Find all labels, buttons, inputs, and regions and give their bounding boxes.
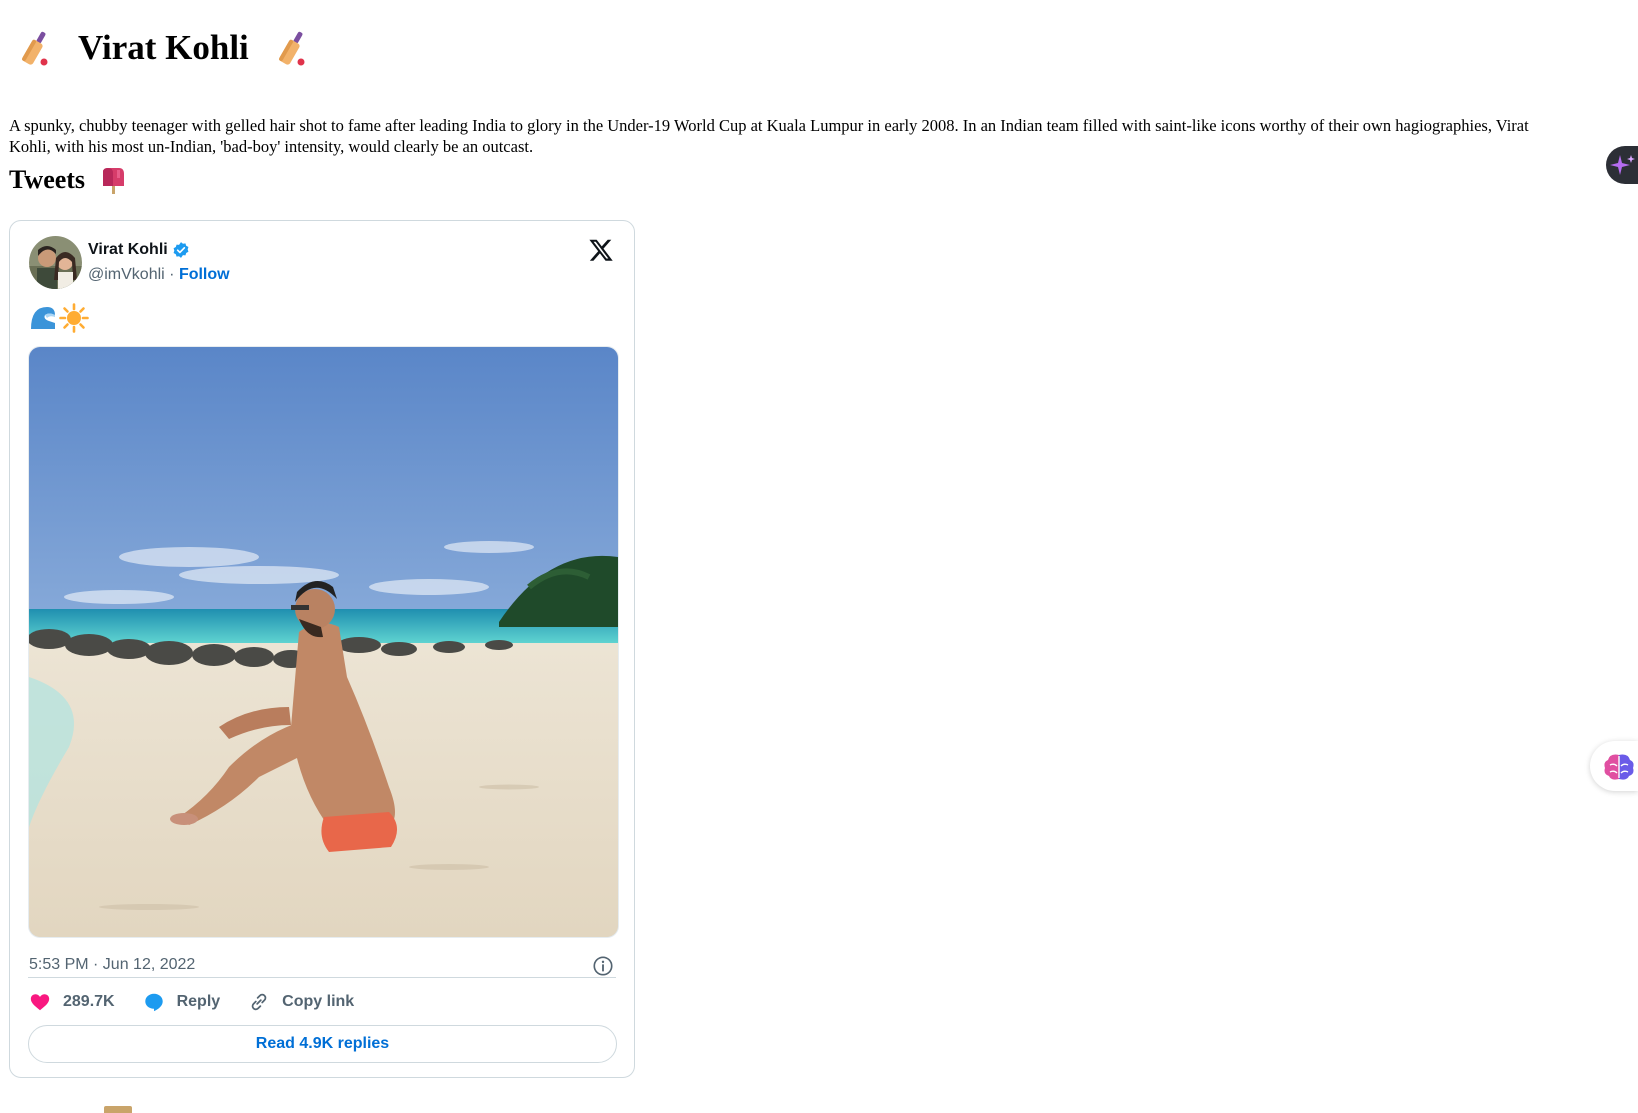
sparkle-icon — [1610, 155, 1635, 175]
cricket-bat-icon — [278, 31, 305, 66]
sun-icon — [59, 303, 89, 333]
like-button[interactable]: 289.7K — [29, 991, 115, 1013]
tweets-heading: Tweets — [9, 165, 127, 195]
heart-icon — [30, 994, 50, 1011]
link-icon — [251, 993, 267, 1011]
brain-extension-tab[interactable] — [1590, 741, 1638, 791]
wave-icon — [31, 307, 55, 329]
ai-assistant-tab[interactable] — [1606, 146, 1638, 184]
intro-paragraph: A spunky, chubby teenager with gelled ha… — [9, 115, 1529, 156]
tweets-heading-text: Tweets — [9, 165, 86, 194]
tweet-card: Virat Kohli @imVkohli · Follow 5:53 PM ·… — [9, 220, 635, 1078]
read-replies-button[interactable]: Read 4.9K replies — [28, 1025, 617, 1063]
beach-photo — [29, 347, 618, 937]
verified-badge-icon — [173, 242, 189, 258]
reply-bubble-icon — [144, 993, 163, 1012]
divider — [28, 977, 616, 978]
tweet-photo[interactable] — [28, 346, 619, 938]
tweet-text — [29, 303, 89, 333]
cricket-bat-icon — [22, 31, 48, 66]
reply-label: Reply — [176, 993, 221, 1010]
page-title-text: Virat Kohli — [78, 28, 249, 67]
x-logo-icon[interactable] — [588, 237, 614, 263]
next-section-icon — [104, 1106, 132, 1113]
info-icon[interactable] — [592, 955, 614, 977]
copy-link-button[interactable]: Copy link — [248, 991, 354, 1013]
brain-icon — [1604, 754, 1634, 780]
reply-button[interactable]: Reply — [143, 991, 221, 1013]
page-title: Virat Kohli — [18, 28, 309, 68]
avatar[interactable] — [29, 236, 82, 289]
author-handle-row: @imVkohli · Follow — [88, 266, 230, 284]
tweet-timestamp[interactable]: 5:53 PM · Jun 12, 2022 — [29, 956, 195, 974]
author-handle[interactable]: @imVkohli — [88, 266, 165, 283]
like-count: 289.7K — [63, 993, 115, 1010]
copy-link-label: Copy link — [282, 993, 355, 1010]
follow-link[interactable]: Follow — [179, 266, 230, 283]
mailbox-icon — [103, 168, 125, 194]
tweet-actions: 289.7K Reply Copy link — [29, 991, 382, 1013]
handle-separator: · — [169, 266, 175, 283]
author-name[interactable]: Virat Kohli — [88, 241, 190, 259]
